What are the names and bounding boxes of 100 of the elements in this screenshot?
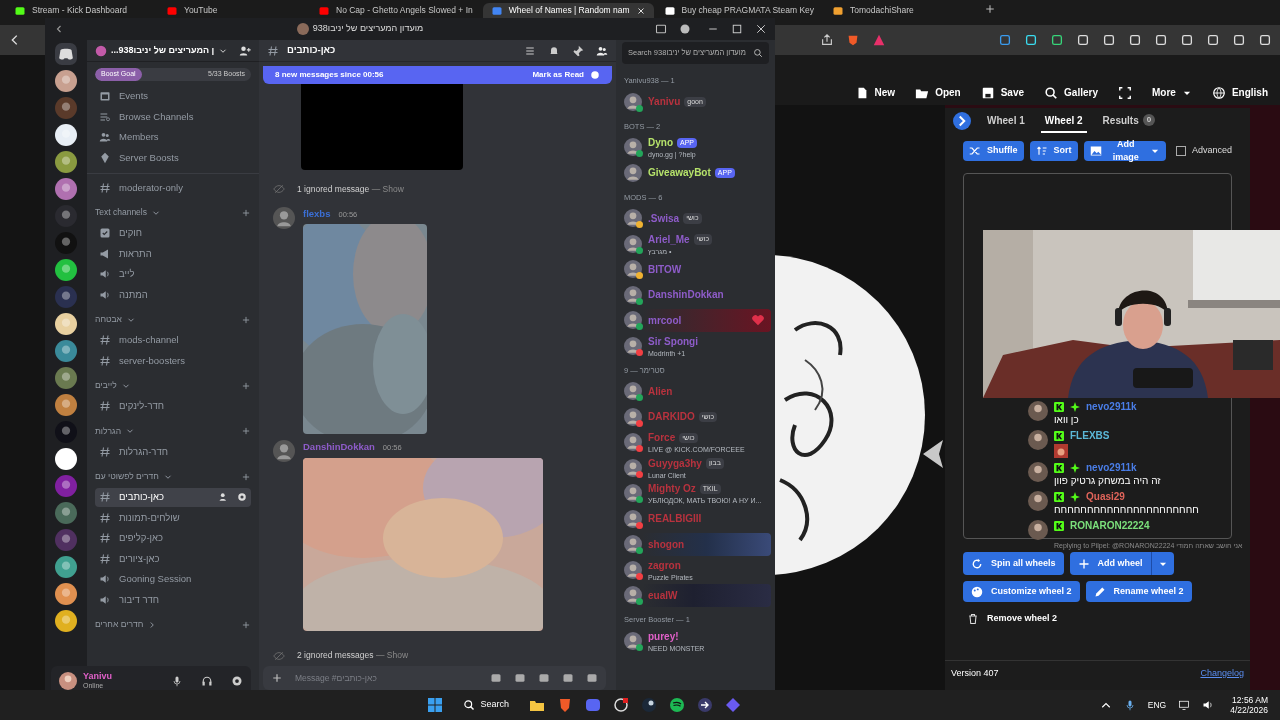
spin-button[interactable]: Spin all wheels — [963, 552, 1064, 575]
server-icon[interactable] — [55, 178, 77, 200]
category-header[interactable]: אבטחה — [95, 313, 136, 326]
microphone-icon[interactable] — [171, 675, 183, 687]
maximize-icon[interactable] — [731, 23, 743, 35]
server-icon[interactable] — [55, 556, 77, 578]
plus-icon[interactable] — [241, 619, 251, 630]
menu-item[interactable]: Browse Channels — [95, 107, 251, 126]
channel-item[interactable]: חוקים — [95, 223, 251, 243]
menu-item[interactable]: Server Boosts — [95, 148, 251, 167]
chat-bubble-icon[interactable] — [585, 697, 602, 713]
clock[interactable]: 12:56 AM 4/22/2026 — [1226, 695, 1272, 715]
plus-icon[interactable] — [241, 380, 251, 391]
channel-item[interactable]: mods-channel — [95, 330, 251, 350]
browser-tab[interactable]: Stream - Kick Dashboard — [6, 3, 156, 18]
plus-icon[interactable] — [241, 314, 251, 325]
server-icon[interactable] — [55, 394, 77, 416]
microphone-icon[interactable] — [1123, 699, 1136, 711]
chat-username[interactable]: FLEXBS — [1070, 428, 1110, 443]
extension-icon[interactable] — [998, 33, 1012, 47]
chat-username[interactable]: RONARON22224 — [1070, 518, 1150, 533]
server-icon[interactable] — [55, 583, 77, 605]
chevron-circle-icon[interactable] — [953, 112, 971, 130]
settings-icon[interactable] — [237, 492, 247, 503]
category-header[interactable]: לייבים — [95, 379, 131, 392]
nav-button[interactable]: New — [854, 85, 896, 100]
new-messages-bar[interactable]: 8 new messages since 00:56 Mark as Read — [263, 66, 612, 84]
remove-button[interactable]: Remove wheel 2 — [967, 612, 1058, 626]
diamond-icon[interactable] — [725, 697, 742, 713]
nav-button[interactable]: Save — [980, 85, 1025, 100]
channel-item[interactable]: כאן-כותבים — [95, 487, 251, 507]
server-icon[interactable] — [55, 151, 77, 173]
plus-icon[interactable] — [241, 207, 251, 218]
nav-button[interactable]: Open — [915, 85, 961, 100]
nav-button[interactable]: Gallery — [1044, 85, 1098, 100]
server-icon[interactable] — [55, 70, 77, 92]
nav-button[interactable]: English — [1211, 85, 1268, 100]
channel-item[interactable]: המתנה — [95, 285, 251, 305]
username[interactable]: Yanivu — [83, 672, 112, 681]
settings-icon[interactable] — [231, 675, 243, 687]
channel-item[interactable]: לייב — [95, 264, 251, 284]
category-header[interactable]: חדרים לפשוטי עם — [95, 470, 173, 483]
menu-item[interactable]: Members — [95, 128, 251, 147]
author-name[interactable]: flexbs — [303, 207, 331, 222]
music-icon[interactable] — [669, 697, 686, 713]
server-icon[interactable] — [55, 502, 77, 524]
channel-item[interactable]: התראות — [95, 244, 251, 264]
member-name[interactable]: DanshinDokkan — [648, 287, 724, 303]
customize-button[interactable]: Customize wheel 2 — [963, 581, 1080, 602]
category-header[interactable]: הגרלות — [95, 424, 136, 438]
server-icon[interactable] — [55, 124, 77, 146]
chat-username[interactable]: nevo2911k — [1086, 399, 1137, 414]
menu-item[interactable]: Events — [95, 87, 251, 106]
member-name[interactable]: .Swisa — [648, 210, 680, 226]
new-tab-icon[interactable] — [984, 3, 997, 15]
share-icon[interactable] — [820, 33, 834, 47]
server-icon[interactable] — [55, 313, 77, 335]
threads-icon[interactable] — [524, 44, 536, 57]
browser-tab[interactable]: Buy cheap PRAGMATA Steam Key — [655, 3, 823, 18]
triangle-icon[interactable] — [872, 33, 886, 47]
channel-item[interactable]: server-boosters — [95, 351, 251, 371]
author-name[interactable]: DanshinDokkan — [303, 440, 375, 455]
channel-item[interactable]: חדר דיבור — [95, 590, 251, 610]
browser-tab[interactable]: Wheel of Names | Random nam — [482, 3, 654, 18]
chat-username[interactable]: Quasi29 — [1086, 489, 1125, 504]
browser-tab[interactable]: No Cap - Ghetto Angels Slowed + In — [310, 3, 481, 18]
fullscreen-icon[interactable] — [1117, 85, 1132, 100]
rename-button[interactable]: Rename wheel 2 — [1085, 581, 1192, 602]
channel-item[interactable]: moderator-only — [95, 178, 251, 198]
search-button[interactable]: Search — [454, 698, 518, 712]
chat-username[interactable]: nevo2911k — [1086, 460, 1137, 475]
browser-tab[interactable]: YouTube — [158, 3, 308, 18]
volume-icon[interactable] — [1202, 699, 1215, 711]
plus-icon[interactable] — [241, 426, 251, 436]
extension-icon[interactable] — [1024, 33, 1038, 47]
browser-tab[interactable]: TomodachiShare — [824, 3, 975, 18]
plus-icon[interactable] — [241, 471, 251, 482]
member-name[interactable]: mrcool — [648, 312, 682, 328]
windows-icon[interactable] — [426, 697, 443, 713]
server-icon[interactable] — [55, 340, 77, 362]
member-name[interactable]: purey! — [648, 628, 679, 644]
headphones-icon[interactable] — [201, 675, 213, 687]
server-icon[interactable] — [55, 259, 77, 281]
add-wheel-button[interactable]: Add wheel — [1069, 552, 1174, 575]
message-field[interactable]: Message #כאן-כותבים — [263, 666, 606, 690]
server-icon[interactable] — [55, 448, 77, 470]
channel-item[interactable]: Gooning Session — [95, 569, 251, 589]
channel-item[interactable]: שולחים-תמונות — [95, 508, 251, 528]
category-header[interactable]: Text channels — [95, 206, 161, 219]
channel-item[interactable]: חדר-הגרלות — [95, 442, 251, 462]
channel-item[interactable]: כאן-קליפים — [95, 528, 251, 548]
member-name[interactable]: BITOW — [648, 261, 682, 277]
server-name[interactable]: ...ן המעריצים של יניבו938 — [111, 43, 215, 58]
wheel-tab[interactable]: Wheel 1 — [983, 109, 1029, 133]
circle-icon[interactable] — [613, 697, 630, 713]
category-header[interactable]: חדרים אחרים — [95, 618, 158, 631]
tool-button[interactable]: Sort — [1029, 141, 1078, 161]
invite-icon[interactable] — [219, 492, 229, 503]
member-name[interactable]: GiveawayBot — [648, 165, 711, 181]
server-icon[interactable] — [55, 367, 77, 389]
